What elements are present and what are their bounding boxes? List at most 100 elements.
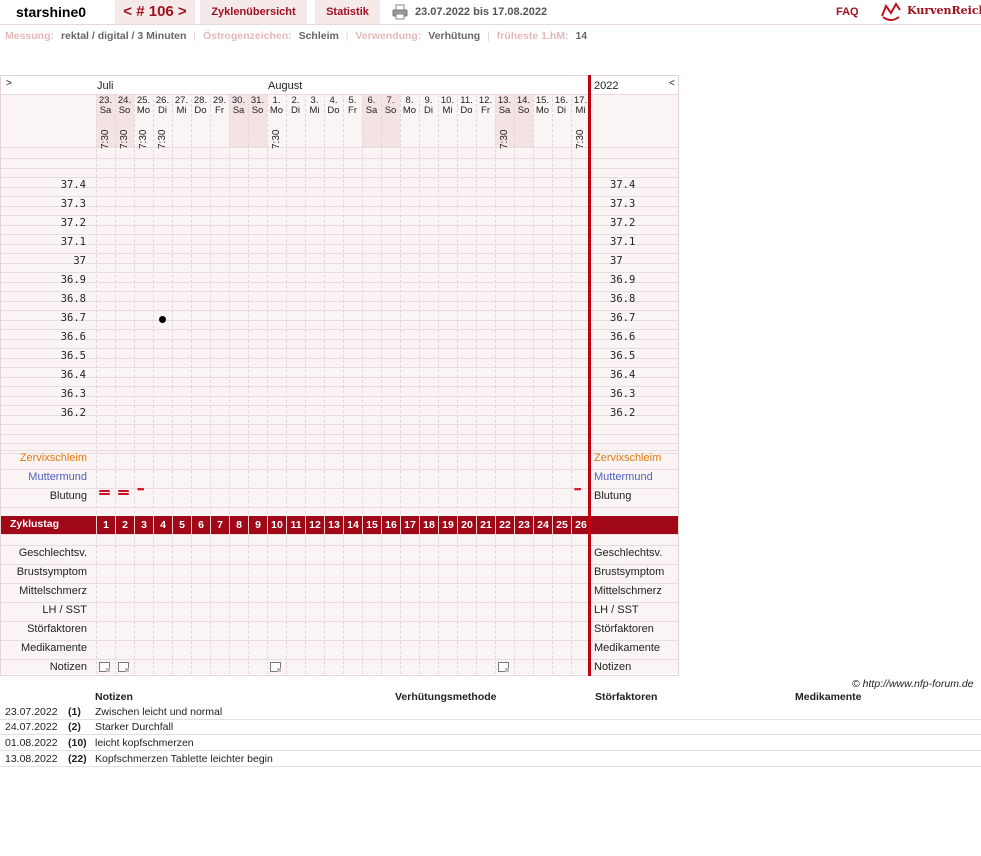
top-bar: starshine0 < # 106 > Zyklenübersicht Sta… bbox=[0, 0, 981, 25]
row-label-medi: Medikamente bbox=[20, 642, 87, 654]
grid-line bbox=[1, 234, 678, 235]
bleeding-heavy-icon bbox=[118, 490, 129, 497]
logo-text[interactable]: KurvenReich bbox=[907, 4, 981, 17]
cycle-day-number: 3 bbox=[134, 516, 153, 534]
weekday: Mo bbox=[269, 105, 284, 116]
row-label-zervix-right: Zervixschleim bbox=[594, 452, 662, 464]
cycle-day-number: 17 bbox=[400, 516, 419, 534]
day-column-line bbox=[172, 94, 173, 674]
estrogen-label: Östrogenzeichen: bbox=[202, 30, 292, 42]
cycle-day-number: 4 bbox=[153, 516, 172, 534]
day-header: 10. Mi bbox=[438, 96, 457, 116]
day-column-line bbox=[514, 94, 515, 674]
weekday: Fr bbox=[481, 105, 490, 116]
day-header: 24. So bbox=[115, 96, 134, 116]
note-icon[interactable] bbox=[498, 662, 509, 672]
day-column-line bbox=[381, 94, 382, 674]
weekday: Di bbox=[291, 105, 300, 116]
print-icon[interactable] bbox=[392, 4, 408, 20]
day-header: 27. Mi bbox=[172, 96, 191, 116]
cycle-day-number: 16 bbox=[381, 516, 400, 534]
grid-line bbox=[1, 377, 678, 378]
grid-line bbox=[1, 453, 678, 454]
weekday: So bbox=[251, 105, 264, 116]
note-cycle-day: (1) bbox=[68, 706, 81, 718]
weekday: So bbox=[384, 105, 397, 116]
weekday: Mo bbox=[402, 105, 417, 116]
grid-line bbox=[1, 158, 678, 159]
day-column-line bbox=[134, 94, 135, 674]
weekday: Mo bbox=[535, 105, 550, 116]
measurement-info: Messung: rektal / digital / 3 Minuten | … bbox=[5, 30, 591, 44]
grid-line bbox=[1, 386, 678, 387]
copyright[interactable]: © http://www.nfp-forum.de bbox=[852, 678, 974, 690]
next-cycle-arrow[interactable]: < bbox=[669, 78, 675, 89]
day-column-line bbox=[476, 94, 477, 674]
tab-statistics[interactable]: Statistik bbox=[315, 0, 380, 24]
cycle-chart: 23. Sa 7:30 24. So 7:30 25. Mo 7:30 26. Di 7:30 27. M… bbox=[0, 75, 679, 676]
temp-label-right: 36.9 bbox=[610, 274, 636, 286]
row-label-zyklustag: Zyklustag bbox=[10, 518, 60, 530]
weekday: So bbox=[118, 105, 131, 116]
weekday: Mi bbox=[309, 105, 320, 116]
temp-label-right: 37.2 bbox=[610, 217, 636, 229]
note-icon[interactable] bbox=[99, 662, 110, 672]
temperature-point bbox=[159, 315, 166, 323]
measure-time: 7:30 bbox=[100, 129, 111, 149]
cycle-day-number: 19 bbox=[438, 516, 457, 534]
grid-line bbox=[1, 301, 678, 302]
cycle-nav-tab[interactable]: < # 106 > bbox=[115, 0, 195, 24]
prev-cycle-arrow[interactable]: > bbox=[6, 78, 12, 89]
day-header: 26. Di bbox=[153, 96, 172, 116]
measure-time: 7:30 bbox=[271, 129, 282, 149]
grid-line bbox=[1, 253, 678, 254]
note-text: Kopfschmerzen Tablette leichter begin bbox=[95, 753, 273, 765]
weekday: Do bbox=[194, 105, 207, 116]
cycle-day-number: 2 bbox=[115, 516, 134, 534]
temp-label-right: 36.7 bbox=[610, 312, 636, 324]
grid-line bbox=[1, 358, 678, 359]
measure-time: 7:30 bbox=[499, 129, 510, 149]
day-column-line bbox=[305, 94, 306, 674]
col-header-medi: Medikamente bbox=[795, 691, 862, 703]
kurvenreich-logo-icon[interactable] bbox=[880, 2, 902, 22]
note-icon[interactable] bbox=[270, 662, 281, 672]
day-header: 28. Do bbox=[191, 96, 210, 116]
cycle-day-number: 12 bbox=[305, 516, 324, 534]
cycle-day-number: 9 bbox=[248, 516, 267, 534]
day-header: 31. So bbox=[248, 96, 267, 116]
row-label-muttermund-right: Muttermund bbox=[594, 471, 653, 483]
temp-label-right: 37.3 bbox=[610, 198, 636, 210]
temp-label-right: 36.2 bbox=[610, 407, 636, 419]
row-label-brust: Brustsymptom bbox=[16, 566, 87, 578]
day-header: 16. Di bbox=[552, 96, 571, 116]
cycle-day-number: 14 bbox=[343, 516, 362, 534]
row-label-muttermund: Muttermund bbox=[28, 471, 87, 483]
measure-time: 7:30 bbox=[138, 129, 149, 149]
usage-value: Verhütung bbox=[428, 30, 481, 42]
weekday: Sa bbox=[232, 105, 245, 116]
cycle-day-number: 15 bbox=[362, 516, 381, 534]
col-header-notes: Notizen bbox=[95, 691, 133, 703]
day-header: 29. Fr bbox=[210, 96, 229, 116]
temp-label-right: 36.4 bbox=[610, 369, 636, 381]
grid-line bbox=[1, 396, 678, 397]
day-header: 9. Di bbox=[419, 96, 438, 116]
faq-link[interactable]: FAQ bbox=[836, 6, 859, 18]
grid-line bbox=[1, 545, 678, 546]
tab-cycle-overview[interactable]: Zyklenübersicht bbox=[200, 0, 307, 24]
weekday: Do bbox=[460, 105, 473, 116]
note-cycle-day: (2) bbox=[68, 721, 81, 733]
grid-background bbox=[1, 94, 678, 674]
month-label-august: August bbox=[268, 80, 303, 92]
row-label-medi-right: Medikamente bbox=[594, 642, 661, 654]
weekday: Di bbox=[158, 105, 167, 116]
grid-line bbox=[1, 320, 678, 321]
day-column-line bbox=[210, 94, 211, 674]
row-label-notizen: Notizen bbox=[49, 661, 87, 673]
note-cycle-day: (10) bbox=[68, 737, 87, 749]
grid-line bbox=[1, 339, 678, 340]
note-icon[interactable] bbox=[118, 662, 129, 672]
day-column-line bbox=[153, 94, 154, 674]
row-label-lh: LH / SST bbox=[42, 604, 87, 616]
